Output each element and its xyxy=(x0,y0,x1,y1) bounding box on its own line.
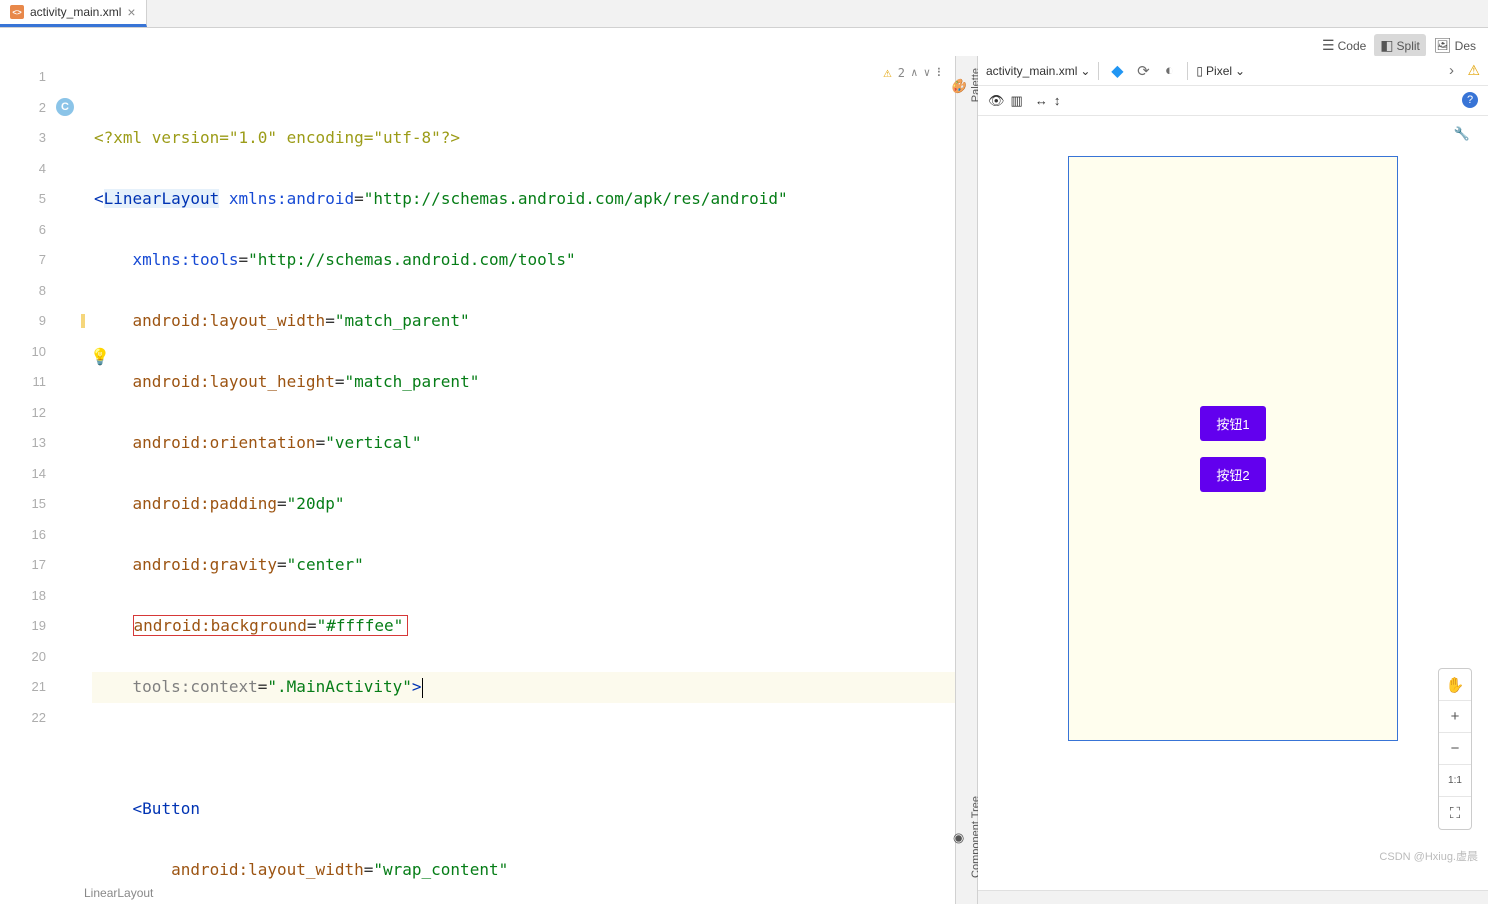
design-preview-pane: activity_main.xml ⌄ ◆ ⟳ ◐ ▯ Pixel ⌄ › ⚠ … xyxy=(978,56,1488,904)
line-num: 9 xyxy=(0,306,82,337)
line-num: 13 xyxy=(0,428,82,459)
text-cursor xyxy=(422,678,423,698)
line-num: 21 xyxy=(0,672,82,703)
line-num: 19 xyxy=(0,611,82,642)
horizontal-scrollbar[interactable] xyxy=(978,890,1488,904)
zoom-controls: ✋ + − 1:1 ⛶ xyxy=(1438,668,1472,830)
breadcrumb-path[interactable]: LinearLayout xyxy=(84,886,153,900)
code-text-area[interactable]: ⚠2 ∧ ∨ ⠇ <?xml version="1.0" encoding="u… xyxy=(82,56,955,904)
list-icon: ☰ xyxy=(1322,37,1335,54)
split-icon: ◧ xyxy=(1380,37,1393,54)
view-design-button[interactable]: 🖼Des xyxy=(1428,34,1482,57)
line-num: 10💡 xyxy=(0,337,82,368)
zoom-in-button[interactable]: + xyxy=(1439,701,1471,733)
preview-button-2[interactable]: 按钮2 xyxy=(1200,457,1265,492)
chevron-down-icon: ⌄ xyxy=(1235,64,1245,78)
line-num: 12 xyxy=(0,398,82,429)
code-editor-pane: 1 2C 3 4 5 6 7 8 9 10💡 11 12 13 14 15 16… xyxy=(0,56,956,904)
night-icon[interactable]: ◐ xyxy=(1159,61,1179,81)
xml-file-icon: <> xyxy=(10,5,24,19)
help-icon[interactable]: ? xyxy=(1462,92,1478,108)
line-num: 20 xyxy=(0,642,82,673)
line-num: 16 xyxy=(0,520,82,551)
tree-icon: ◉ xyxy=(951,830,966,845)
watermark-text: CSDN @Hxiug.虚晨 xyxy=(1379,848,1478,864)
warning-icon: ⚠ xyxy=(883,58,891,89)
line-num: 5 xyxy=(0,184,82,215)
columns-icon[interactable]: ▥ xyxy=(1011,93,1023,109)
file-tab[interactable]: <> activity_main.xml × xyxy=(0,0,147,27)
device-frame[interactable]: 按钮1 按钮2 xyxy=(1068,156,1398,741)
preview-toolbar-second: 👁 ▥ ↔ ↕ xyxy=(978,86,1488,116)
chevron-up-icon[interactable]: ∧ xyxy=(911,58,918,89)
design-surface-icon[interactable]: ◆ xyxy=(1107,61,1127,81)
side-tool-tabs: 🎨Palette ◉Component Tree xyxy=(956,56,978,904)
pan-icon[interactable]: ✋ xyxy=(1439,669,1471,701)
class-badge: C xyxy=(56,98,74,116)
tab-filename: activity_main.xml xyxy=(30,5,121,19)
line-num: 2C xyxy=(0,93,82,124)
vresize-icon[interactable]: ↕ xyxy=(1054,93,1061,108)
line-num: 22 xyxy=(0,703,82,734)
error-highlight-box: android:background="#ffffee" xyxy=(133,615,409,636)
wrench-icon[interactable]: 🔧 xyxy=(1454,126,1470,142)
device-dropdown[interactable]: ▯ Pixel ⌄ xyxy=(1196,64,1245,78)
chevron-right-icon[interactable]: › xyxy=(1441,61,1461,81)
line-num: 6 xyxy=(0,215,82,246)
zoom-fit-button[interactable]: ⛶ xyxy=(1439,797,1471,829)
close-tab-icon[interactable]: × xyxy=(127,4,135,20)
warning-icon[interactable]: ⚠ xyxy=(1467,62,1480,79)
line-num: 17 xyxy=(0,550,82,581)
line-num: 7 xyxy=(0,245,82,276)
line-num: 1 xyxy=(0,62,82,93)
preview-toolbar-top: activity_main.xml ⌄ ◆ ⟳ ◐ ▯ Pixel ⌄ › ⚠ xyxy=(978,56,1488,86)
preview-canvas[interactable]: 🔧 按钮1 按钮2 ✋ + − 1:1 ⛶ xyxy=(978,116,1488,890)
zoom-11-button[interactable]: 1:1 xyxy=(1439,765,1471,797)
more-icon[interactable]: ⠇ xyxy=(936,58,945,89)
eye-icon[interactable]: 👁 xyxy=(988,93,1005,109)
line-num: 18 xyxy=(0,581,82,612)
zoom-out-button[interactable]: − xyxy=(1439,733,1471,765)
line-num: 15 xyxy=(0,489,82,520)
hresize-icon[interactable]: ↔ xyxy=(1035,93,1048,108)
line-num: 14 xyxy=(0,459,82,490)
preview-button-1[interactable]: 按钮1 xyxy=(1200,406,1265,441)
orientation-icon[interactable]: ⟳ xyxy=(1133,61,1153,81)
line-num: 8 xyxy=(0,276,82,307)
view-code-button[interactable]: ☰Code xyxy=(1316,34,1372,57)
line-num: 3 xyxy=(0,123,82,154)
phone-icon: ▯ xyxy=(1196,64,1203,78)
line-gutter: 1 2C 3 4 5 6 7 8 9 10💡 11 12 13 14 15 16… xyxy=(0,56,82,904)
line-num: 11 xyxy=(0,367,82,398)
palette-icon: 🎨 xyxy=(951,78,967,93)
view-split-button[interactable]: ◧Split xyxy=(1374,34,1426,57)
inspection-indicator[interactable]: ⚠2 ∧ ∨ ⠇ xyxy=(883,58,945,89)
image-icon: 🖼 xyxy=(1434,37,1452,54)
line-num: 4 xyxy=(0,154,82,185)
preview-file-dropdown[interactable]: activity_main.xml ⌄ xyxy=(986,64,1090,78)
chevron-down-icon: ⌄ xyxy=(1080,64,1090,78)
chevron-down-icon[interactable]: ∨ xyxy=(924,58,931,89)
